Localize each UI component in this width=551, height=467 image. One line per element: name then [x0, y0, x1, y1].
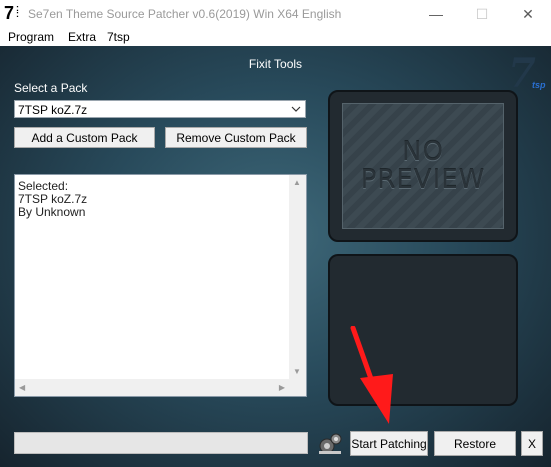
menu-program[interactable]: Program [8, 30, 54, 44]
pack-details-box[interactable]: Selected: 7TSP koZ.7z By Unknown ▲ ▼ ◀ ▶ [14, 174, 307, 397]
scroll-right-icon[interactable]: ▶ [279, 383, 285, 392]
annotation-arrow [350, 326, 393, 424]
details-line: 7TSP koZ.7z [18, 192, 88, 206]
scroll-up-icon[interactable]: ▲ [293, 178, 301, 187]
start-patching-button[interactable]: Start Patching [350, 431, 428, 456]
scroll-down-icon[interactable]: ▼ [293, 367, 301, 376]
close-window-button[interactable]: ✕ [505, 0, 551, 28]
details-line: Selected: [18, 179, 69, 193]
gear-icon [316, 431, 344, 455]
add-custom-pack-button[interactable]: Add a Custom Pack [14, 127, 155, 148]
7tsp-logo-sub: tsp [532, 80, 546, 90]
menu-7tsp[interactable]: 7tsp [107, 30, 130, 44]
app-icon: 7:: [4, 3, 19, 23]
title-bar: 7:: Se7en Theme Source Patcher v0.6(2019… [0, 0, 551, 28]
pack-select[interactable]: 7TSP koZ.7z [14, 100, 306, 118]
fixit-tools-title: Fixit Tools [248, 57, 303, 71]
main-panel: Fixit Tools 7 tsp Select a Pack 7TSP koZ… [0, 46, 551, 467]
window-title: Se7en Theme Source Patcher v0.6(2019) Wi… [28, 7, 342, 21]
chevron-down-icon [290, 101, 302, 120]
scroll-left-icon[interactable]: ◀ [19, 383, 25, 392]
no-preview-text: PREVIEW [360, 165, 486, 195]
no-preview-image: NO PREVIEW [342, 103, 504, 229]
minimize-button[interactable]: — [413, 0, 459, 28]
menu-extra[interactable]: Extra [68, 30, 96, 44]
close-x-button[interactable]: X [521, 431, 543, 456]
select-pack-label: Select a Pack [14, 81, 88, 95]
no-preview-text: NO [402, 137, 444, 167]
preview-panel: NO PREVIEW [328, 90, 518, 242]
pack-select-value: 7TSP koZ.7z [18, 103, 88, 117]
maximize-button[interactable]: ☐ [459, 0, 505, 28]
menu-bar: Program Extra 7tsp [0, 28, 551, 46]
progress-bar [14, 432, 308, 454]
details-line: By Unknown [18, 205, 86, 219]
remove-custom-pack-button[interactable]: Remove Custom Pack [165, 127, 307, 148]
vertical-scrollbar[interactable]: ▲ ▼ [289, 175, 306, 379]
horizontal-scrollbar[interactable]: ◀ ▶ [15, 379, 289, 396]
restore-button[interactable]: Restore [434, 431, 516, 456]
scrollbar-corner [289, 379, 306, 396]
